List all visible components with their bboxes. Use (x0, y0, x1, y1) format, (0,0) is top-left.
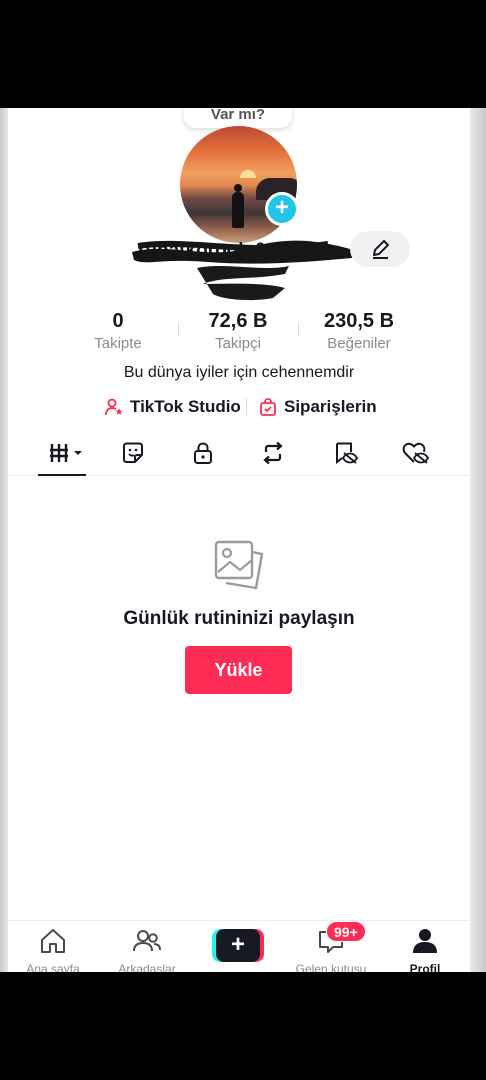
create-button[interactable]: + (212, 929, 264, 962)
photo-stack-icon (214, 540, 264, 590)
stat-following[interactable]: 0 Takipte (80, 310, 156, 352)
add-avatar-plus-icon[interactable]: + (265, 192, 299, 226)
profile-bio: Bu dünya iyiler için cehennemdir (123, 364, 355, 381)
tab-hidden-likes[interactable] (400, 440, 430, 466)
orders-label: Siparişlerin (284, 397, 377, 416)
profile-icon (413, 929, 437, 953)
studio-person-star-icon (105, 398, 123, 416)
orders-link[interactable]: Siparişlerin (258, 394, 377, 420)
bottom-nav: Ana sayfa Arkadaşlar + Gelen kutusu 99+ … (8, 920, 470, 972)
edit-profile-button[interactable] (350, 231, 410, 267)
pencil-icon (373, 240, 389, 259)
nav-friends-label: Arkadaşlar (118, 962, 176, 972)
tab-stickers[interactable] (118, 440, 148, 466)
nav-home[interactable]: Ana sayfa (8, 927, 98, 972)
profile-stats: 0 Takipte 72,6 B Takipçi 230,5 B Beğenil… (8, 310, 470, 354)
active-tab-indicator (38, 474, 86, 476)
tab-videos[interactable] (44, 440, 88, 466)
tab-reposts[interactable] (258, 440, 288, 466)
stat-likes[interactable]: 230,5 B Beğeniler (313, 310, 405, 352)
profile-page: Var mı? + ruhatkoroglu0435 0 Takipte 72,… (8, 108, 470, 972)
tab-hidden-favorites[interactable] (330, 440, 360, 466)
following-count: 0 (112, 310, 124, 332)
heart-eye-off-icon (402, 442, 429, 464)
links-divider (246, 398, 247, 416)
stat-divider (298, 322, 299, 336)
shopping-bag-icon (260, 398, 276, 416)
likes-count: 230,5 B (323, 310, 395, 332)
followers-label: Takipçi (215, 335, 261, 352)
lock-icon (194, 442, 212, 464)
bookmark-eye-off-icon (336, 442, 358, 465)
nav-profile-label: Profil (409, 962, 441, 972)
nav-friends[interactable]: Arkadaşlar (102, 927, 192, 972)
content-tabs (8, 430, 470, 476)
screen: Var mı? + ruhatkoroglu0435 0 Takipte 72,… (0, 108, 486, 972)
likes-label: Beğeniler (327, 335, 391, 352)
nav-profile[interactable]: Profil (380, 927, 470, 972)
tiktok-studio-label: TikTok Studio (130, 397, 241, 416)
inbox-count-badge: 99+ (326, 921, 366, 942)
repost-icon (263, 441, 283, 465)
create-plus-icon: + (216, 929, 260, 962)
avatar-question-bubble[interactable]: Var mı? (184, 108, 292, 128)
following-label: Takipte (94, 335, 142, 352)
profile-links: TikTok Studio Siparişlerin (8, 394, 470, 420)
avatar-person (232, 184, 244, 228)
upload-button[interactable]: Yükle (185, 646, 292, 694)
tab-private[interactable] (188, 440, 218, 466)
tiktok-studio-link[interactable]: TikTok Studio (104, 394, 241, 420)
followers-count: 72,6 B (208, 310, 268, 332)
subname-scribble (197, 266, 289, 301)
stat-divider (178, 322, 179, 336)
home-icon (41, 929, 65, 953)
avatar-sun (240, 170, 256, 178)
videos-grid-icon (50, 444, 82, 462)
nav-inbox-label: Gelen kutusu (295, 962, 367, 972)
friends-icon (133, 930, 161, 952)
sticker-icon (123, 442, 143, 463)
stat-followers[interactable]: 72,6 B Takipçi (194, 310, 282, 352)
empty-state-title: Günlük rutininizi paylaşın (123, 608, 355, 629)
nav-home-label: Ana sayfa (26, 962, 80, 972)
